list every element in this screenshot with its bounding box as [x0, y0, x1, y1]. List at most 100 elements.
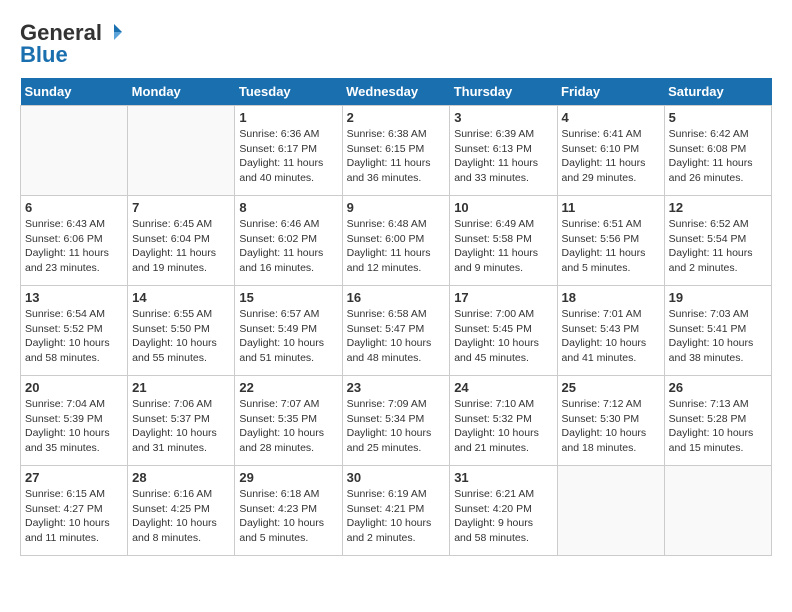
day-info: Sunrise: 7:09 AMSunset: 5:34 PMDaylight:… [347, 397, 446, 456]
day-info: Sunrise: 6:55 AMSunset: 5:50 PMDaylight:… [132, 307, 230, 366]
day-info: Sunrise: 6:58 AMSunset: 5:47 PMDaylight:… [347, 307, 446, 366]
logo-icon [104, 22, 124, 42]
calendar-cell: 23 Sunrise: 7:09 AMSunset: 5:34 PMDayligh… [342, 376, 450, 466]
day-number: 1 [239, 110, 337, 125]
calendar-cell: 24 Sunrise: 7:10 AMSunset: 5:32 PMDayligh… [450, 376, 557, 466]
week-row-1: 1 Sunrise: 6:36 AMSunset: 6:17 PMDaylight… [21, 106, 772, 196]
calendar-cell: 12 Sunrise: 6:52 AMSunset: 5:54 PMDayligh… [664, 196, 771, 286]
week-row-3: 13 Sunrise: 6:54 AMSunset: 5:52 PMDayligh… [21, 286, 772, 376]
day-number: 30 [347, 470, 446, 485]
day-number: 3 [454, 110, 552, 125]
header-tuesday: Tuesday [235, 78, 342, 106]
day-info: Sunrise: 6:38 AMSunset: 6:15 PMDaylight:… [347, 127, 446, 186]
calendar-cell: 4 Sunrise: 6:41 AMSunset: 6:10 PMDaylight… [557, 106, 664, 196]
day-info: Sunrise: 6:54 AMSunset: 5:52 PMDaylight:… [25, 307, 123, 366]
day-number: 18 [562, 290, 660, 305]
day-info: Sunrise: 7:03 AMSunset: 5:41 PMDaylight:… [669, 307, 767, 366]
logo: General Blue [20, 20, 124, 68]
day-info: Sunrise: 7:01 AMSunset: 5:43 PMDaylight:… [562, 307, 660, 366]
day-number: 22 [239, 380, 337, 395]
day-info: Sunrise: 7:06 AMSunset: 5:37 PMDaylight:… [132, 397, 230, 456]
day-info: Sunrise: 7:07 AMSunset: 5:35 PMDaylight:… [239, 397, 337, 456]
day-number: 15 [239, 290, 337, 305]
day-number: 9 [347, 200, 446, 215]
day-info: Sunrise: 6:57 AMSunset: 5:49 PMDaylight:… [239, 307, 337, 366]
day-number: 17 [454, 290, 552, 305]
day-info: Sunrise: 7:00 AMSunset: 5:45 PMDaylight:… [454, 307, 552, 366]
day-info: Sunrise: 6:49 AMSunset: 5:58 PMDaylight:… [454, 217, 552, 276]
calendar-cell: 5 Sunrise: 6:42 AMSunset: 6:08 PMDaylight… [664, 106, 771, 196]
day-info: Sunrise: 6:52 AMSunset: 5:54 PMDaylight:… [669, 217, 767, 276]
day-number: 20 [25, 380, 123, 395]
day-number: 29 [239, 470, 337, 485]
calendar-cell: 30Sunrise: 6:19 AMSunset: 4:21 PMDayligh… [342, 466, 450, 556]
header-thursday: Thursday [450, 78, 557, 106]
week-row-2: 6 Sunrise: 6:43 AMSunset: 6:06 PMDaylight… [21, 196, 772, 286]
day-info: Sunrise: 6:48 AMSunset: 6:00 PMDaylight:… [347, 217, 446, 276]
calendar-cell [128, 106, 235, 196]
day-number: 11 [562, 200, 660, 215]
calendar-cell: 31 Sunrise: 6:21 AMSunset: 4:20 PMDayligh… [450, 466, 557, 556]
calendar-cell: 14Sunrise: 6:55 AMSunset: 5:50 PMDayligh… [128, 286, 235, 376]
day-number: 13 [25, 290, 123, 305]
calendar-cell [557, 466, 664, 556]
calendar-cell: 26 Sunrise: 7:13 AMSunset: 5:28 PMDayligh… [664, 376, 771, 466]
calendar-table: SundayMondayTuesdayWednesdayThursdayFrid… [20, 78, 772, 556]
calendar-cell: 13 Sunrise: 6:54 AMSunset: 5:52 PMDayligh… [21, 286, 128, 376]
calendar-cell: 28 Sunrise: 6:16 AMSunset: 4:25 PMDayligh… [128, 466, 235, 556]
calendar-cell: 19 Sunrise: 7:03 AMSunset: 5:41 PMDayligh… [664, 286, 771, 376]
day-number: 4 [562, 110, 660, 125]
header-friday: Friday [557, 78, 664, 106]
day-number: 19 [669, 290, 767, 305]
calendar-cell: 27Sunrise: 6:15 AMSunset: 4:27 PMDayligh… [21, 466, 128, 556]
day-info: Sunrise: 6:43 AMSunset: 6:06 PMDaylight:… [25, 217, 123, 276]
day-info: Sunrise: 6:18 AMSunset: 4:23 PMDaylight:… [239, 487, 337, 546]
calendar-cell [664, 466, 771, 556]
day-info: Sunrise: 7:12 AMSunset: 5:30 PMDaylight:… [562, 397, 660, 456]
day-number: 8 [239, 200, 337, 215]
day-info: Sunrise: 6:21 AMSunset: 4:20 PMDaylight:… [454, 487, 552, 546]
day-number: 5 [669, 110, 767, 125]
day-info: Sunrise: 6:51 AMSunset: 5:56 PMDaylight:… [562, 217, 660, 276]
day-info: Sunrise: 6:36 AMSunset: 6:17 PMDaylight:… [239, 127, 337, 186]
day-info: Sunrise: 6:42 AMSunset: 6:08 PMDaylight:… [669, 127, 767, 186]
day-info: Sunrise: 7:04 AMSunset: 5:39 PMDaylight:… [25, 397, 123, 456]
day-info: Sunrise: 6:46 AMSunset: 6:02 PMDaylight:… [239, 217, 337, 276]
day-number: 10 [454, 200, 552, 215]
day-number: 31 [454, 470, 552, 485]
calendar-cell: 10 Sunrise: 6:49 AMSunset: 5:58 PMDayligh… [450, 196, 557, 286]
day-number: 24 [454, 380, 552, 395]
day-number: 7 [132, 200, 230, 215]
calendar-cell: 7Sunrise: 6:45 AMSunset: 6:04 PMDaylight… [128, 196, 235, 286]
day-info: Sunrise: 7:10 AMSunset: 5:32 PMDaylight:… [454, 397, 552, 456]
calendar-cell: 9 Sunrise: 6:48 AMSunset: 6:00 PMDaylight… [342, 196, 450, 286]
day-number: 12 [669, 200, 767, 215]
day-number: 28 [132, 470, 230, 485]
week-row-5: 27Sunrise: 6:15 AMSunset: 4:27 PMDayligh… [21, 466, 772, 556]
day-number: 6 [25, 200, 123, 215]
calendar-cell: 18 Sunrise: 7:01 AMSunset: 5:43 PMDayligh… [557, 286, 664, 376]
day-number: 23 [347, 380, 446, 395]
calendar-cell: 6 Sunrise: 6:43 AMSunset: 6:06 PMDaylight… [21, 196, 128, 286]
calendar-cell: 29 Sunrise: 6:18 AMSunset: 4:23 PMDayligh… [235, 466, 342, 556]
page-header: General Blue [20, 20, 772, 68]
calendar-cell: 2 Sunrise: 6:38 AMSunset: 6:15 PMDaylight… [342, 106, 450, 196]
calendar-header-row: SundayMondayTuesdayWednesdayThursdayFrid… [21, 78, 772, 106]
calendar-cell: 11 Sunrise: 6:51 AMSunset: 5:56 PMDayligh… [557, 196, 664, 286]
day-info: Sunrise: 7:13 AMSunset: 5:28 PMDaylight:… [669, 397, 767, 456]
calendar-cell: 15 Sunrise: 6:57 AMSunset: 5:49 PMDayligh… [235, 286, 342, 376]
day-number: 26 [669, 380, 767, 395]
day-info: Sunrise: 6:39 AMSunset: 6:13 PMDaylight:… [454, 127, 552, 186]
calendar-cell: 1 Sunrise: 6:36 AMSunset: 6:17 PMDaylight… [235, 106, 342, 196]
calendar-cell [21, 106, 128, 196]
week-row-4: 20 Sunrise: 7:04 AMSunset: 5:39 PMDayligh… [21, 376, 772, 466]
calendar-cell: 20 Sunrise: 7:04 AMSunset: 5:39 PMDayligh… [21, 376, 128, 466]
day-number: 21 [132, 380, 230, 395]
day-number: 2 [347, 110, 446, 125]
calendar-cell: 25Sunrise: 7:12 AMSunset: 5:30 PMDayligh… [557, 376, 664, 466]
day-info: Sunrise: 6:41 AMSunset: 6:10 PMDaylight:… [562, 127, 660, 186]
calendar-cell: 8 Sunrise: 6:46 AMSunset: 6:02 PMDaylight… [235, 196, 342, 286]
header-monday: Monday [128, 78, 235, 106]
calendar-cell: 3 Sunrise: 6:39 AMSunset: 6:13 PMDaylight… [450, 106, 557, 196]
day-info: Sunrise: 6:16 AMSunset: 4:25 PMDaylight:… [132, 487, 230, 546]
